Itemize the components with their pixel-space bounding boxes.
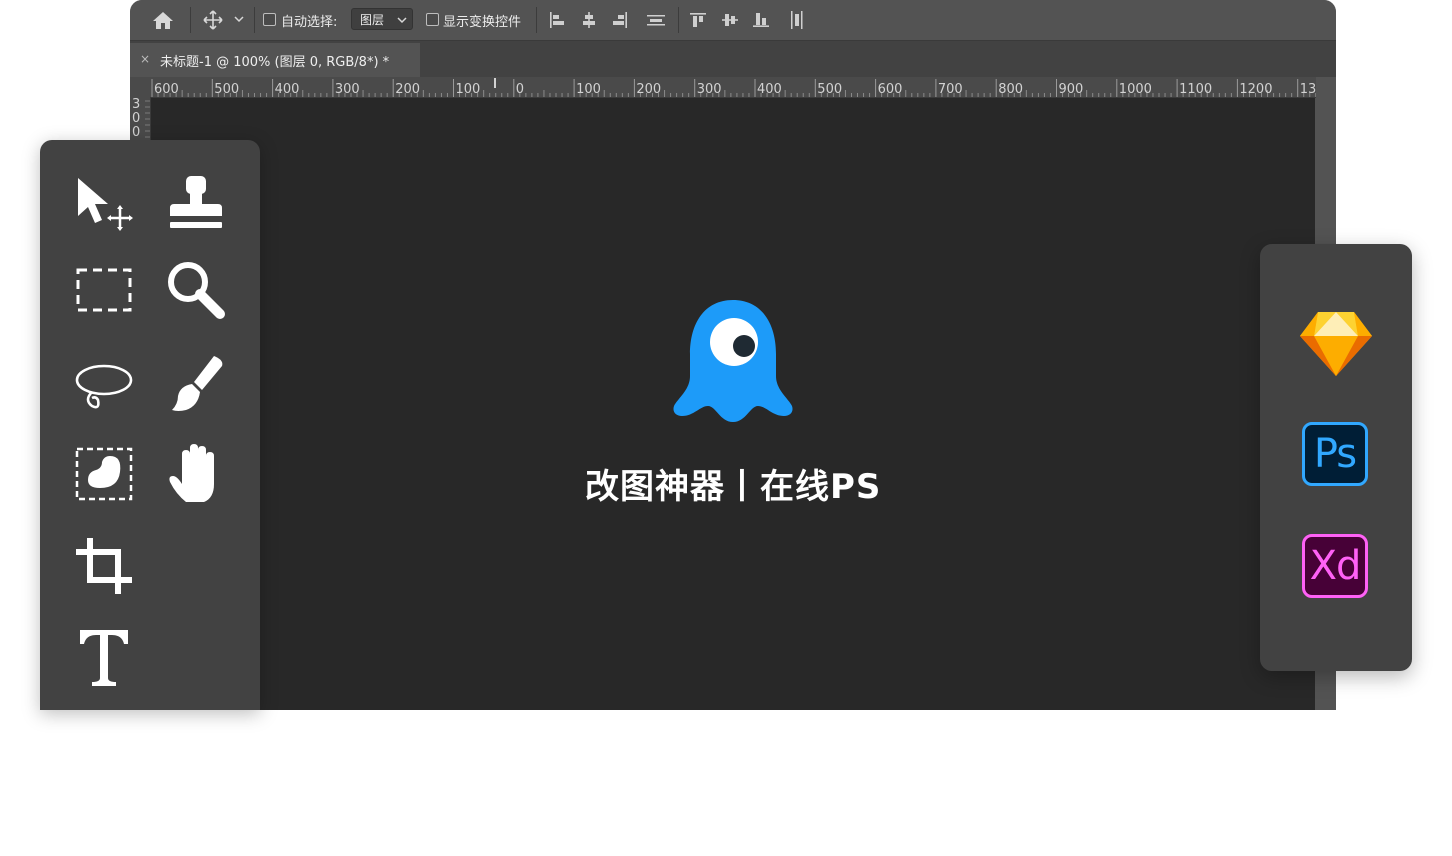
ruler-label: 3 (132, 97, 140, 112)
ruler-label: 200 (395, 82, 420, 97)
photoshop-app[interactable]: Ps (1300, 420, 1372, 492)
ruler-label: 0 (132, 111, 140, 126)
sketch-app[interactable] (1300, 308, 1372, 380)
quick-selection-tool[interactable] (72, 442, 136, 506)
document-tab-title: 未标题-1 @ 100% (图层 0, RGB/8*) * (160, 55, 390, 70)
ruler-label: 0 (516, 82, 524, 97)
auto-select-checkbox[interactable] (263, 13, 276, 26)
align-hcenter-icon[interactable] (580, 11, 598, 29)
ruler-label: 600 (154, 82, 179, 97)
ruler-label: 300 (335, 82, 360, 97)
distribute-vertical-icon[interactable] (788, 10, 806, 30)
ruler-label: 900 (1059, 82, 1084, 97)
hand-tool[interactable] (164, 442, 228, 506)
move-tool[interactable] (72, 170, 136, 234)
ghost-logo-icon (673, 300, 793, 422)
move-arrows-icon[interactable] (202, 10, 224, 30)
document-tab[interactable]: × 未标题-1 @ 100% (图层 0, RGB/8*) * (130, 43, 420, 77)
align-right-icon[interactable] (611, 11, 629, 29)
photoshop-label: Ps (1313, 431, 1357, 477)
ruler-label: 400 (275, 82, 300, 97)
type-tool[interactable] (72, 624, 136, 688)
hand-icon (169, 444, 214, 502)
separator (190, 7, 191, 33)
show-transform-checkbox[interactable] (426, 13, 439, 26)
brush-tool[interactable] (164, 352, 228, 416)
auto-select-label: 自动选择: (281, 15, 338, 30)
dashed-rect-icon (76, 268, 132, 312)
options-bar: 自动选择: 图层 显示变换控件 (130, 0, 1336, 41)
crop-icon (76, 538, 132, 594)
stamp-icon (170, 176, 222, 228)
zoom-tool[interactable] (164, 258, 228, 322)
align-vcenter-icon[interactable] (721, 11, 739, 29)
ruler-label: 400 (757, 82, 782, 97)
tools-panel (40, 140, 260, 710)
ruler-label: 300 (697, 82, 722, 97)
crop-tool[interactable] (72, 534, 136, 598)
ruler-label: 100 (456, 82, 481, 97)
home-icon[interactable] (152, 10, 174, 30)
layer-select-value: 图层 (360, 13, 385, 27)
stamp-tool[interactable] (164, 170, 228, 234)
brand-title: 改图神器丨在线PS (585, 467, 882, 507)
ruler-label: 100 (576, 82, 601, 97)
sketch-diamond-icon (1300, 312, 1372, 376)
chevron-down-icon[interactable] (234, 15, 244, 23)
ruler-label: 200 (636, 82, 661, 97)
ruler-label: 13 (1300, 82, 1316, 97)
xd-icon: Xd (1302, 534, 1368, 598)
lasso-icon (75, 364, 133, 409)
separator (536, 7, 537, 33)
marquee-tool[interactable] (72, 258, 136, 322)
xd-app[interactable]: Xd (1300, 532, 1372, 604)
align-left-icon[interactable] (548, 11, 566, 29)
quick-select-icon (75, 447, 133, 501)
apps-panel: Ps Xd (1260, 244, 1412, 671)
ruler-label: 1000 (1119, 82, 1152, 97)
photoshop-icon: Ps (1302, 422, 1368, 486)
layer-select[interactable]: 图层 (351, 8, 413, 30)
ruler-label: 1100 (1179, 82, 1212, 97)
ruler-label: 600 (878, 82, 903, 97)
brush-icon (172, 356, 223, 411)
ruler-label: 800 (998, 82, 1023, 97)
close-icon[interactable]: × (140, 52, 150, 66)
app-window: 自动选择: 图层 显示变换控件 × 未标题-1 @ 100% (图层 0, RG… (130, 0, 1336, 710)
separator (678, 7, 679, 33)
separator (254, 7, 255, 33)
xd-label: Xd (1309, 543, 1362, 589)
magnifier-icon (168, 262, 225, 319)
horizontal-ruler: 600 500 400 300 200 100 0 100 200 300 400 500 600 700… (130, 77, 1316, 98)
ruler-label: 500 (214, 82, 239, 97)
type-icon (80, 630, 128, 686)
align-bottom-icon[interactable] (752, 11, 770, 29)
distribute-horizontal-icon[interactable] (646, 11, 666, 29)
arrow-move-icon (78, 178, 133, 231)
lasso-tool[interactable] (72, 352, 136, 416)
ruler-label: 500 (817, 82, 842, 97)
tab-bar: × 未标题-1 @ 100% (图层 0, RGB/8*) * (130, 41, 1336, 77)
show-transform-label: 显示变换控件 (443, 15, 522, 30)
ruler-label: 700 (938, 82, 963, 97)
ruler-label: 0 (132, 125, 140, 140)
align-top-icon[interactable] (689, 11, 707, 29)
ruler-label: 1200 (1239, 82, 1272, 97)
chevron-down-icon (397, 17, 407, 24)
